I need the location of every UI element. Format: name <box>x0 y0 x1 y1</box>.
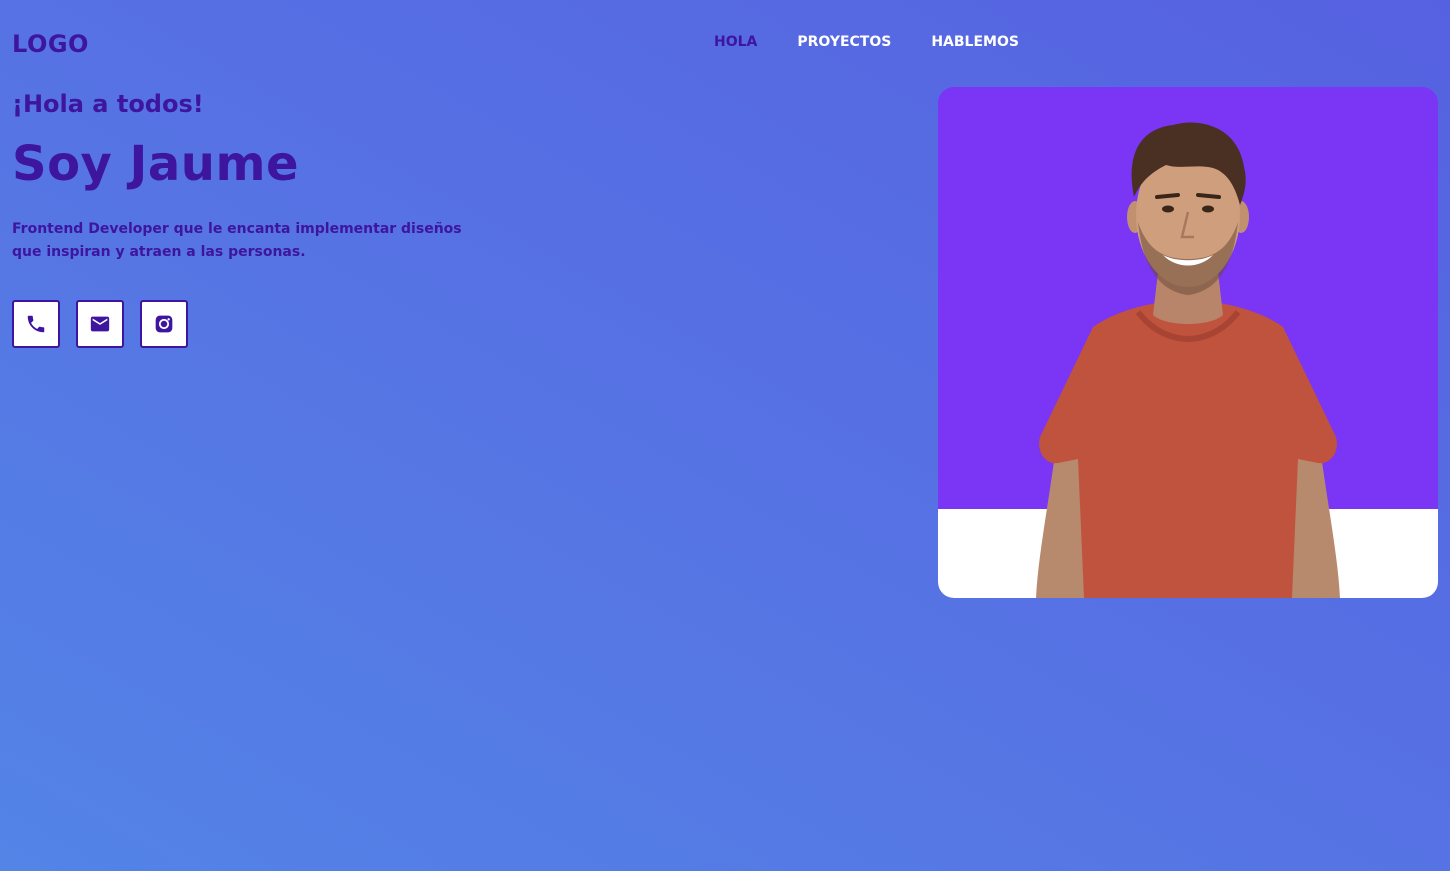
mail-icon <box>90 316 110 332</box>
main-nav: HOLA PROYECTOS HABLEMOS <box>714 34 1019 50</box>
social-links <box>12 300 188 348</box>
phone-icon <box>27 315 45 333</box>
portrait-card <box>938 87 1438 598</box>
logo[interactable]: LOGO <box>12 30 89 58</box>
hero-description: Frontend Developer que le encanta implem… <box>12 221 462 260</box>
nav-link-hola[interactable]: HOLA <box>714 34 757 50</box>
instagram-icon <box>155 315 173 333</box>
mail-button[interactable] <box>76 300 124 348</box>
portrait-photo <box>1036 122 1340 598</box>
nav-link-proyectos[interactable]: PROYECTOS <box>797 34 891 50</box>
hero-greeting: ¡Hola a todos! <box>12 90 204 118</box>
hero-name: Soy Jaume <box>12 136 300 192</box>
instagram-button[interactable] <box>140 300 188 348</box>
phone-button[interactable] <box>12 300 60 348</box>
nav-link-hablemos[interactable]: HABLEMOS <box>931 34 1019 50</box>
